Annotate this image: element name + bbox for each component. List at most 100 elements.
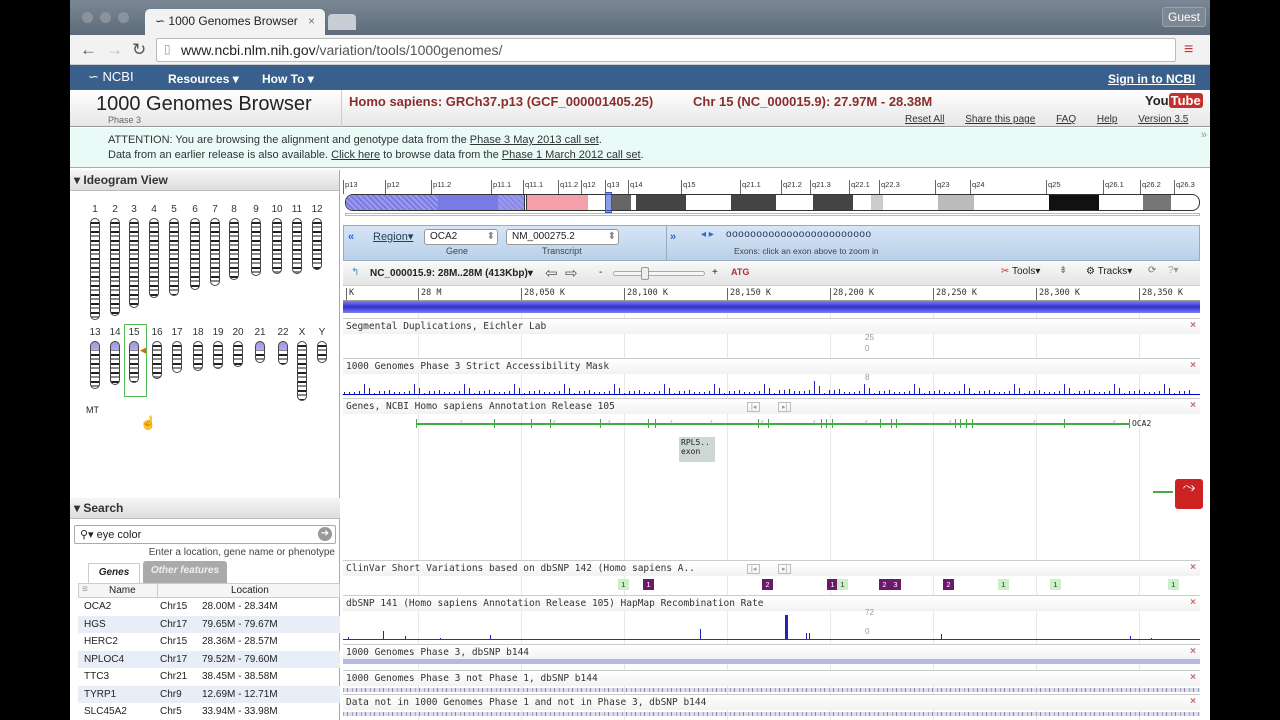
- exon-mark[interactable]: [600, 419, 601, 428]
- guest-profile-button[interactable]: Guest: [1162, 7, 1206, 27]
- exon-mark[interactable]: [966, 419, 967, 428]
- chromosome-mt[interactable]: MT: [86, 405, 99, 415]
- result-row[interactable]: TTC3 Chr21 38.45M - 38.58M: [78, 668, 340, 686]
- zoom-out-icon[interactable]: -: [599, 267, 602, 278]
- clinvar-badge[interactable]: 1: [998, 579, 1009, 590]
- chromosome-14[interactable]: [110, 341, 120, 385]
- region-marker[interactable]: [605, 192, 612, 213]
- clinvar-badge[interactable]: 1: [643, 579, 654, 590]
- close-track-icon[interactable]: ×: [1190, 400, 1196, 411]
- next-region-icon[interactable]: »: [670, 231, 676, 243]
- new-tab-button[interactable]: [328, 14, 356, 30]
- close-track-icon[interactable]: ×: [1190, 696, 1196, 707]
- exon-link[interactable]: o: [865, 229, 871, 240]
- reload-icon[interactable]: ↻: [132, 40, 146, 60]
- close-track-icon[interactable]: ×: [1190, 597, 1196, 608]
- chromosome-5[interactable]: [169, 218, 179, 296]
- click-here-link[interactable]: Click here: [331, 149, 380, 161]
- track-title[interactable]: Segmental Duplications, Eichler Lab: [343, 319, 1200, 334]
- faq-link[interactable]: FAQ: [1056, 114, 1076, 125]
- howto-menu[interactable]: How To ▾: [262, 72, 314, 86]
- result-row[interactable]: SLC45A2 Chr5 33.94M - 33.98M: [78, 703, 340, 720]
- chromosome-label[interactable]: 17: [169, 327, 185, 338]
- gene-label-oca2[interactable]: OCA2: [1132, 419, 1151, 428]
- phase3-link[interactable]: Phase 3 May 2013 call set: [470, 134, 599, 146]
- ideogram-header[interactable]: ▾ Ideogram View: [70, 170, 339, 191]
- exon-mark[interactable]: [416, 419, 417, 428]
- close-tab-icon[interactable]: ×: [308, 14, 315, 28]
- close-track-icon[interactable]: ×: [1190, 320, 1196, 331]
- nav-prev-icon[interactable]: |◂: [747, 402, 761, 412]
- chromosome-label[interactable]: 22: [275, 327, 291, 338]
- ncbi-logo[interactable]: ∽ NCBI: [88, 69, 134, 85]
- result-row[interactable]: OCA2 Chr15 28.00M - 28.34M: [78, 598, 340, 616]
- version-link[interactable]: Version 3.5: [1138, 114, 1188, 125]
- chromosome-10[interactable]: [272, 218, 282, 274]
- phase1-link[interactable]: Phase 1 March 2012 call set: [502, 149, 641, 161]
- forward-icon[interactable]: →: [106, 40, 123, 60]
- chromosome-label[interactable]: 4: [146, 204, 162, 215]
- chromosome-21[interactable]: [255, 341, 265, 363]
- exon-mark[interactable]: [960, 419, 961, 428]
- location-dropdown[interactable]: NC_000015.9: 28M..28M (413Kbp)▾: [370, 268, 533, 279]
- exon-mark[interactable]: [832, 419, 833, 428]
- exon-mark[interactable]: [896, 419, 897, 428]
- chromosome-label[interactable]: 6: [187, 204, 203, 215]
- exon-list[interactable]: oooooooooooooooooooooooo: [726, 229, 872, 240]
- chromosome-label[interactable]: 2: [107, 204, 123, 215]
- chromosome-label[interactable]: 18: [190, 327, 206, 338]
- chromosome-label[interactable]: 19: [210, 327, 226, 338]
- chromosome-label[interactable]: 9: [248, 204, 264, 215]
- gene-select[interactable]: OCA2 ⬍: [424, 229, 498, 245]
- chromosome-22[interactable]: [278, 341, 288, 365]
- zoom-slider-handle[interactable]: [641, 267, 649, 280]
- exon-mark[interactable]: [821, 419, 822, 428]
- chromosome-label[interactable]: 1: [87, 204, 103, 215]
- exon-mark[interactable]: [955, 419, 956, 428]
- collapse-tracks-icon[interactable]: ⇟: [1059, 265, 1067, 276]
- tab-genes[interactable]: Genes: [88, 563, 140, 583]
- chromosome-label[interactable]: 8: [226, 204, 242, 215]
- clinvar-badge[interactable]: 3: [890, 579, 901, 590]
- close-track-icon[interactable]: ×: [1190, 562, 1196, 573]
- exon-mark[interactable]: [1064, 419, 1065, 428]
- gene-fragment[interactable]: [1153, 491, 1173, 495]
- chromosome-16[interactable]: [152, 341, 162, 379]
- chromosome-8[interactable]: [229, 218, 239, 280]
- exon-mark[interactable]: [972, 419, 973, 428]
- clinvar-badge[interactable]: 2: [943, 579, 954, 590]
- sequence-overview-bar[interactable]: [343, 301, 1200, 313]
- pan-right-icon[interactable]: ⇨: [565, 264, 578, 282]
- chromosome-label[interactable]: 11: [289, 204, 305, 215]
- chromosome-Y[interactable]: [317, 341, 327, 363]
- exon-mark[interactable]: [655, 419, 656, 428]
- share-link[interactable]: Share this page: [965, 114, 1035, 125]
- search-header[interactable]: ▾ Search: [70, 498, 340, 519]
- clinvar-badge[interactable]: 2: [879, 579, 890, 590]
- exon-mark[interactable]: [494, 419, 495, 428]
- chromosome-label[interactable]: 16: [149, 327, 165, 338]
- search-input[interactable]: ⚲▾ eye color ➜: [74, 525, 336, 544]
- address-bar[interactable]: ▯ www.ncbi.nlm.nih.gov/variation/tools/10…: [156, 38, 1176, 62]
- result-row[interactable]: HERC2 Chr15 28.36M - 28.57M: [78, 633, 340, 651]
- chromosome-6[interactable]: [190, 218, 200, 290]
- exon-mark[interactable]: [880, 419, 881, 428]
- close-track-icon[interactable]: ×: [1190, 360, 1196, 371]
- chromosome-ideogram[interactable]: [345, 194, 1200, 211]
- chromosome-label[interactable]: Y: [314, 327, 330, 338]
- track-title[interactable]: Data not in 1000 Genomes Phase 1 and not…: [343, 695, 1200, 710]
- chromosome-label[interactable]: 7: [207, 204, 223, 215]
- sort-icon[interactable]: ≡: [82, 584, 88, 595]
- chromosome-17[interactable]: [172, 341, 182, 373]
- pdf-icon[interactable]: ⤳: [1175, 479, 1203, 509]
- track-title[interactable]: dbSNP 141 (Homo sapiens Annotation Relea…: [343, 596, 1200, 611]
- chromosome-label[interactable]: 3: [126, 204, 142, 215]
- reset-all-link[interactable]: Reset All: [905, 114, 944, 125]
- nav-next-icon[interactable]: ▸|: [778, 402, 792, 412]
- result-row[interactable]: HGS Chr17 79.65M - 79.67M: [78, 615, 340, 633]
- zoom-in-icon[interactable]: +: [712, 267, 718, 278]
- sequence-icon[interactable]: ATG: [731, 267, 749, 277]
- chromosome-18[interactable]: [193, 341, 203, 371]
- exon-mark[interactable]: [1129, 419, 1130, 428]
- clinvar-badge[interactable]: 1: [837, 579, 848, 590]
